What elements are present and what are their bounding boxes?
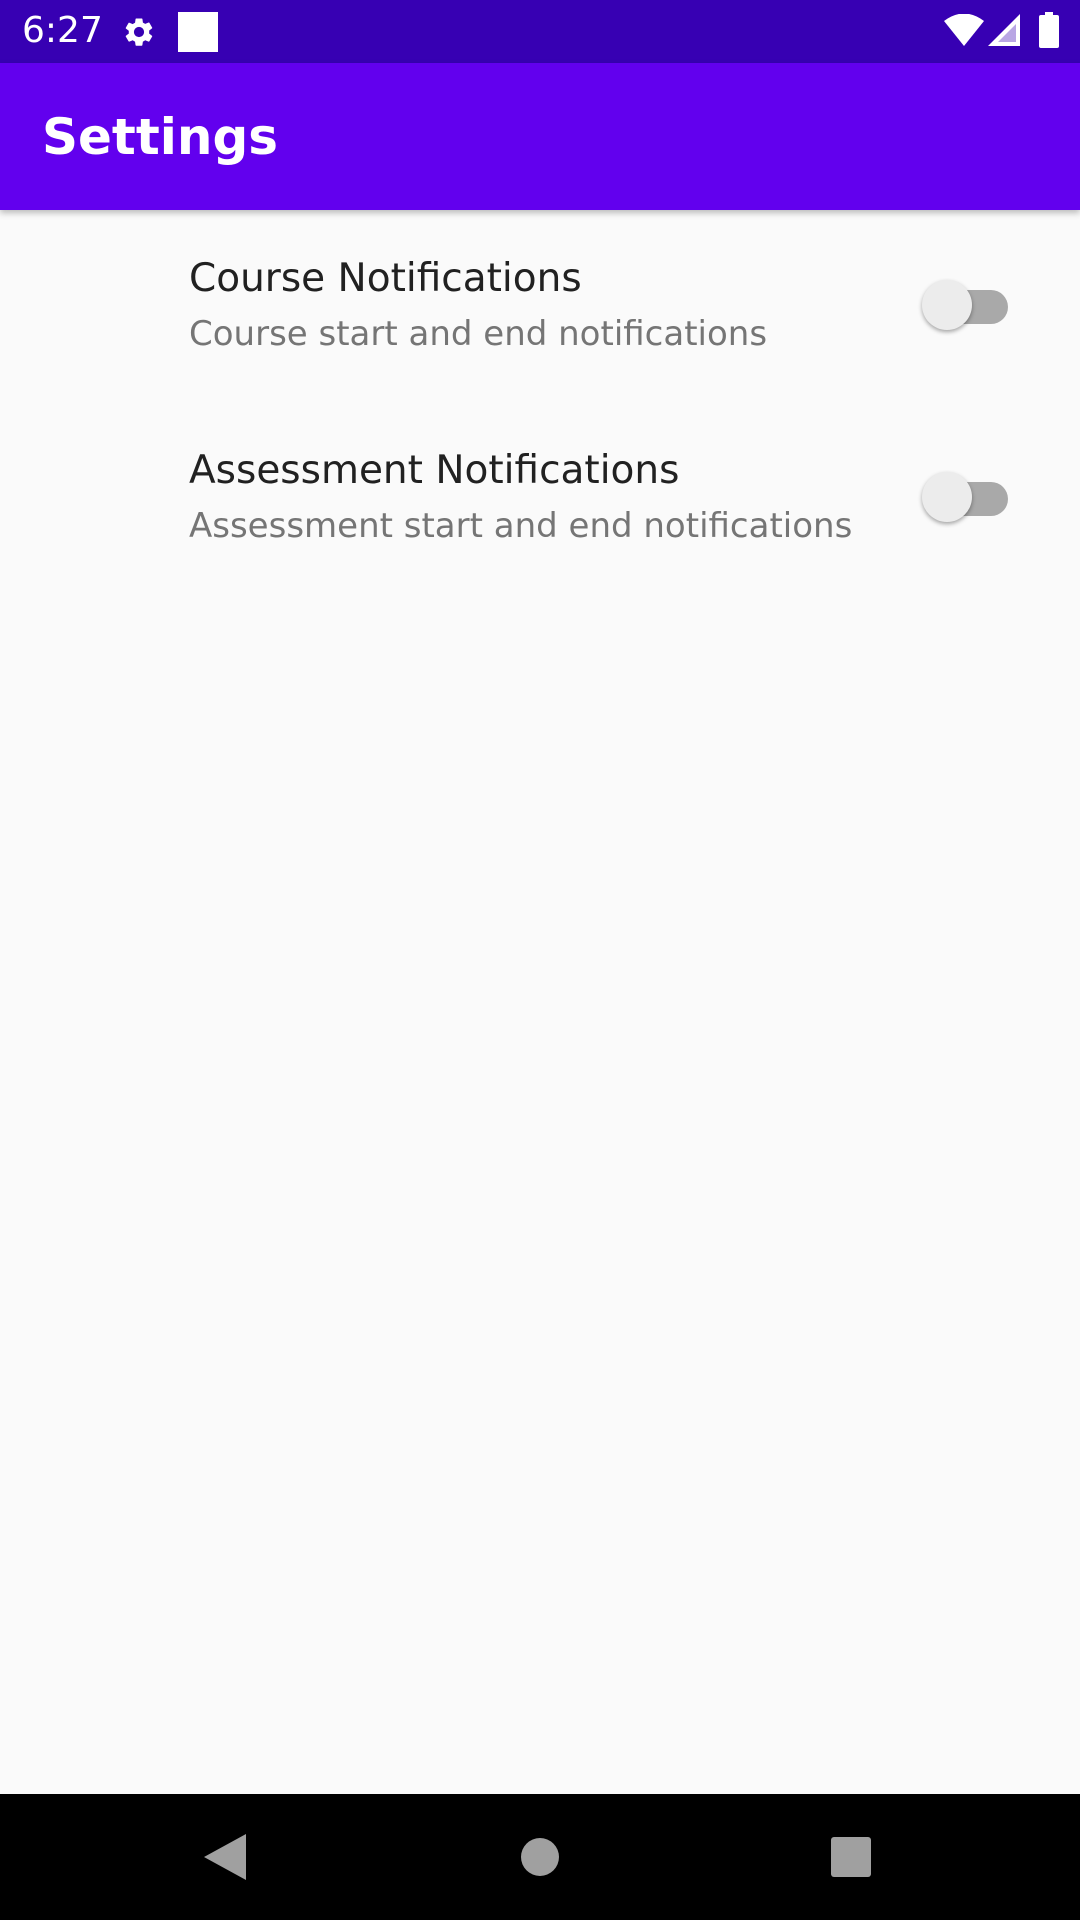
course-notifications-switch[interactable] xyxy=(922,276,1012,334)
preference-title: Assessment Notifications xyxy=(189,448,680,493)
wifi-icon xyxy=(944,14,984,46)
preference-summary: Assessment start and end notifications xyxy=(189,506,853,546)
switch-thumb xyxy=(922,472,972,522)
preference-summary: Course start and end notifications xyxy=(189,314,768,354)
page-title: Settings xyxy=(42,108,279,166)
assessment-notifications-switch[interactable] xyxy=(922,468,1012,526)
switch-thumb xyxy=(922,280,972,330)
gear-icon xyxy=(125,18,153,46)
preference-title: Course Notifications xyxy=(189,256,582,301)
recents-icon[interactable] xyxy=(831,1837,871,1877)
app-bar: Settings xyxy=(0,63,1080,210)
preference-assessment-notifications[interactable]: Assessment Notifications Assessment star… xyxy=(0,402,1080,592)
preference-course-notifications[interactable]: Course Notifications Course start and en… xyxy=(0,210,1080,400)
navigation-bar xyxy=(0,1794,1080,1920)
cell-signal-icon xyxy=(988,14,1020,46)
back-icon[interactable] xyxy=(204,1834,246,1880)
settings-screen: 6:27 Settings Course Notifications Cours… xyxy=(0,0,1080,1920)
status-time: 6:27 xyxy=(22,10,103,51)
status-bar: 6:27 xyxy=(0,0,1080,63)
home-icon[interactable] xyxy=(520,1837,560,1877)
square-notification-icon xyxy=(178,12,218,52)
battery-icon xyxy=(1039,12,1059,48)
